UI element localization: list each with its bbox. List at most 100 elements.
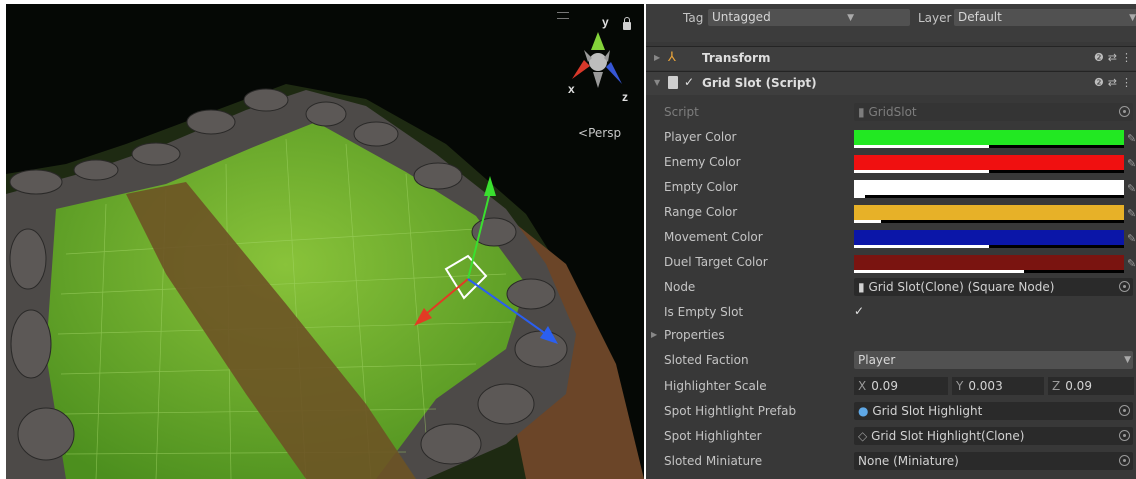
tag-dropdown[interactable]: Untagged ▼: [708, 9, 910, 26]
duel-target-color-alpha-bar: [854, 270, 1124, 273]
player-color-row: Player Color ✎: [646, 126, 1136, 151]
menu-icon[interactable]: [557, 12, 569, 19]
tag-dropdown-caret-icon: ▼: [847, 13, 854, 23]
grid-slot-foldout-icon[interactable]: ▼: [654, 78, 660, 87]
enemy-color-row: Enemy Color ✎: [646, 151, 1136, 176]
node-asset-icon: ▮: [858, 280, 865, 294]
player-color-alpha-fill: [854, 145, 989, 148]
prefab-icon: ●: [858, 404, 869, 418]
scale-x-value: 0.09: [871, 379, 898, 393]
sloted-faction-caret-icon: ▼: [1124, 355, 1131, 365]
transform-title: Transform: [702, 51, 771, 65]
persp-chevron-icon: <: [578, 126, 589, 140]
gameobject-icon: ◇: [858, 429, 868, 443]
movement-color-label: Movement Color: [664, 230, 763, 244]
enemy-color-eyedropper-icon[interactable]: ✎: [1127, 157, 1136, 170]
duel-target-color-row: Duel Target Color ✎: [646, 251, 1136, 276]
persp-label: Persp: [588, 126, 622, 140]
is-empty-slot-label: Is Empty Slot: [664, 305, 744, 319]
lock-icon[interactable]: [623, 17, 631, 30]
empty-color-swatch[interactable]: [854, 180, 1124, 198]
node-label: Node: [664, 280, 696, 294]
spot-prefab-label: Spot Hightlight Prefab: [664, 404, 797, 418]
script-target-icon[interactable]: [1119, 106, 1130, 117]
properties-row[interactable]: ▶ Properties: [646, 324, 1136, 349]
grid-slot-header[interactable]: ▼ ✓ Grid Slot (Script) ❷⇄⋮: [646, 71, 1136, 95]
transform-foldout-icon[interactable]: ▶: [654, 53, 660, 62]
transform-icon: ⅄: [668, 50, 676, 65]
sloted-faction-value: Player: [858, 353, 896, 367]
player-color-alpha-bar: [854, 145, 1124, 148]
layer-label: Layer: [918, 11, 952, 25]
node-target-icon[interactable]: [1119, 281, 1130, 292]
empty-color-alpha-fill: [854, 195, 865, 198]
gizmo-z-label: z: [622, 90, 628, 104]
script-value: GridSlot: [868, 105, 917, 119]
enemy-color-alpha-fill: [854, 170, 989, 173]
spot-highlighter-target-icon[interactable]: [1119, 430, 1130, 441]
scale-y-field[interactable]: Y 0.003: [952, 377, 1044, 395]
script-field[interactable]: ▮ GridSlot: [854, 103, 1133, 121]
scale-z-field[interactable]: Z 0.09: [1048, 377, 1134, 395]
transform-header[interactable]: ▶ ⅄ Transform ❷⇄⋮: [646, 46, 1136, 70]
movement-color-eyedropper-icon[interactable]: ✎: [1127, 232, 1136, 245]
script-row: Script ▮ GridSlot: [646, 101, 1136, 126]
properties-label: Properties: [664, 328, 725, 342]
properties-foldout-icon[interactable]: ▶: [651, 330, 657, 339]
sloted-miniature-field[interactable]: None (Miniature): [854, 452, 1133, 470]
spot-prefab-row: Spot Hightlight Prefab ● Grid Slot Highl…: [646, 400, 1136, 425]
tag-layer-row: Tag Untagged ▼ Layer Default ▼: [646, 4, 1136, 42]
persp-button[interactable]: <Persp: [578, 126, 621, 140]
sloted-miniature-row: Sloted Miniature None (Miniature): [646, 450, 1136, 475]
scene-render: [6, 4, 644, 479]
scale-y-axis-label: Y: [956, 379, 964, 393]
gizmo-y-label: y: [602, 15, 609, 29]
scale-z-value: 0.09: [1065, 379, 1092, 393]
node-field[interactable]: ▮ Grid Slot(Clone) (Square Node): [854, 278, 1133, 296]
empty-color-alpha-bar: [854, 195, 1124, 198]
is-empty-slot-checkbox[interactable]: ✓: [854, 304, 864, 318]
scale-y-value: 0.003: [968, 379, 1003, 393]
scale-x-axis-label: X: [858, 379, 867, 393]
spot-prefab-target-icon[interactable]: [1119, 405, 1130, 416]
spot-prefab-field[interactable]: ● Grid Slot Highlight: [854, 402, 1133, 420]
empty-color-eyedropper-icon[interactable]: ✎: [1127, 182, 1136, 195]
scale-z-axis-label: Z: [1052, 379, 1061, 393]
scene-view[interactable]: y x z <Persp: [6, 4, 644, 479]
highlighter-scale-label: Highlighter Scale: [664, 379, 767, 393]
spot-highlighter-field[interactable]: ◇ Grid Slot Highlight(Clone): [854, 427, 1133, 445]
range-color-label: Range Color: [664, 205, 738, 219]
sloted-miniature-label: Sloted Miniature: [664, 454, 763, 468]
scale-x-field[interactable]: X 0.09: [854, 377, 948, 395]
layer-value: Default: [958, 10, 1002, 24]
is-empty-slot-row: Is Empty Slot ✓: [646, 301, 1136, 326]
enemy-color-swatch[interactable]: [854, 155, 1124, 173]
range-color-swatch[interactable]: [854, 205, 1124, 223]
grid-slot-header-icons[interactable]: ❷⇄⋮: [1094, 76, 1136, 89]
movement-color-row: Movement Color ✎: [646, 226, 1136, 251]
grid-slot-title: Grid Slot (Script): [702, 76, 817, 90]
script-asset-icon: ▮: [858, 105, 865, 119]
spot-prefab-value: Grid Slot Highlight: [872, 404, 983, 418]
layer-dropdown-caret-icon: ▼: [1129, 13, 1136, 23]
transform-header-icons[interactable]: ❷⇄⋮: [1094, 51, 1136, 64]
empty-color-row: Empty Color ✎: [646, 176, 1136, 201]
sloted-miniature-target-icon[interactable]: [1119, 455, 1130, 466]
layer-dropdown[interactable]: Default ▼: [954, 9, 1136, 26]
range-color-eyedropper-icon[interactable]: ✎: [1127, 207, 1136, 220]
movement-color-swatch[interactable]: [854, 230, 1124, 248]
component-enabled-checkbox[interactable]: ✓: [684, 75, 694, 89]
movement-color-alpha-fill: [854, 245, 989, 248]
player-color-eyedropper-icon[interactable]: ✎: [1127, 132, 1136, 145]
enemy-color-label: Enemy Color: [664, 155, 741, 169]
spot-highlighter-value: Grid Slot Highlight(Clone): [871, 429, 1025, 443]
duel-target-color-eyedropper-icon[interactable]: ✎: [1127, 257, 1136, 270]
player-color-label: Player Color: [664, 130, 737, 144]
script-file-icon: [668, 76, 678, 89]
range-color-row: Range Color ✎: [646, 201, 1136, 226]
duel-target-color-swatch[interactable]: [854, 255, 1124, 273]
duel-target-color-alpha-fill: [854, 270, 1025, 273]
sloted-miniature-value: None (Miniature): [858, 454, 959, 468]
player-color-swatch[interactable]: [854, 130, 1124, 148]
sloted-faction-dropdown[interactable]: Player ▼: [854, 351, 1133, 369]
